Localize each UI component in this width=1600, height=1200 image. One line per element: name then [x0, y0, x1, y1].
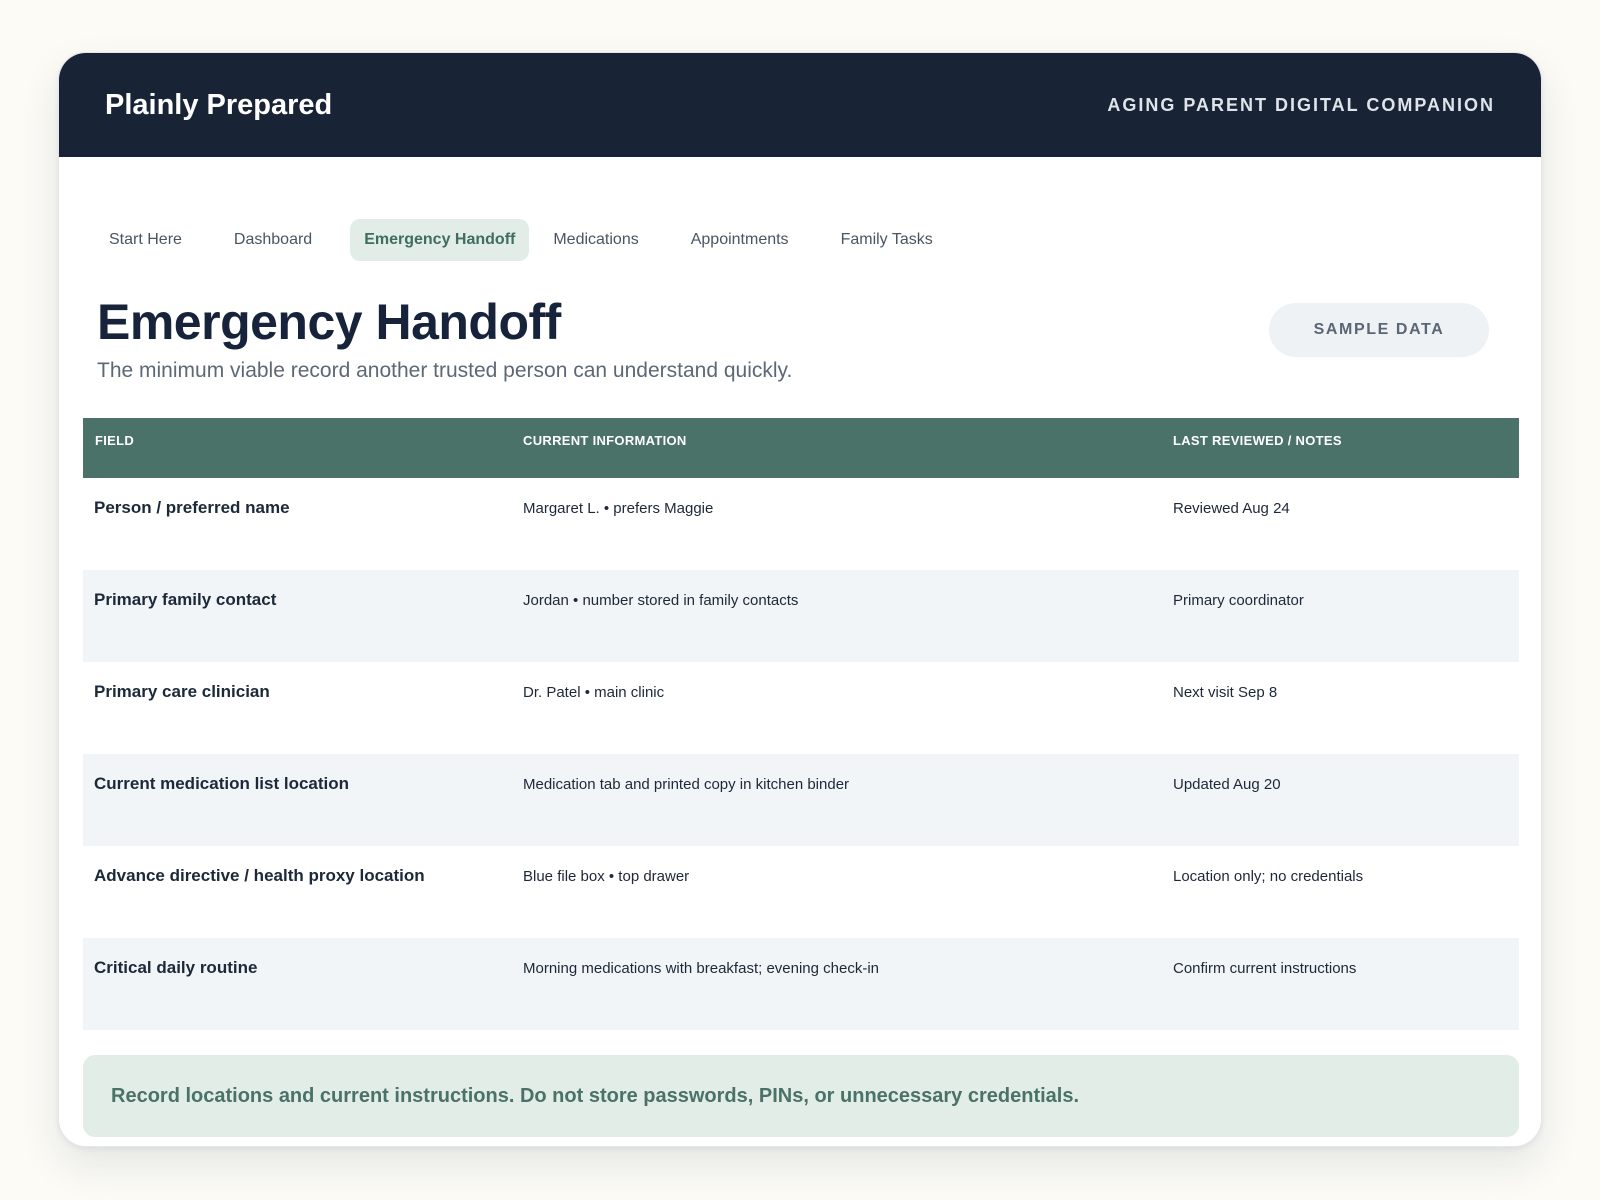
- info-cell: Margaret L. • prefers Maggie: [523, 500, 714, 517]
- tab-appointments[interactable]: Appointments: [677, 219, 803, 261]
- info-cell: Blue file box • top drawer: [523, 868, 690, 885]
- notes-cell: Confirm current instructions: [1173, 960, 1357, 977]
- privacy-notice: Record locations and current instruction…: [83, 1055, 1519, 1137]
- table-row[interactable]: Primary care clinician Dr. Patel • main …: [83, 662, 1519, 754]
- notes-cell: Reviewed Aug 24: [1173, 500, 1290, 517]
- table-row[interactable]: Person / preferred name Margaret L. • pr…: [83, 478, 1519, 570]
- tab-family-tasks[interactable]: Family Tasks: [827, 219, 947, 261]
- page-subtitle: The minimum viable record another truste…: [97, 359, 793, 382]
- column-header-notes: LAST REVIEWED / NOTES: [1173, 433, 1342, 448]
- notes-cell: Updated Aug 20: [1173, 776, 1281, 793]
- sample-data-badge: SAMPLE DATA: [1269, 303, 1489, 357]
- info-cell: Jordan • number stored in family contact…: [523, 592, 799, 609]
- tab-dashboard[interactable]: Dashboard: [220, 219, 326, 261]
- column-header-current-information: CURRENT INFORMATION: [523, 433, 687, 448]
- table-row[interactable]: Advance directive / health proxy locatio…: [83, 846, 1519, 938]
- info-cell: Morning medications with breakfast; even…: [523, 960, 880, 977]
- page-title: Emergency Handoff: [97, 294, 561, 350]
- info-cell: Dr. Patel • main clinic: [523, 684, 665, 701]
- app-card: Plainly Prepared AGING PARENT DIGITAL CO…: [58, 52, 1542, 1147]
- field-cell: Primary care clinician: [94, 682, 270, 701]
- column-header-field: FIELD: [95, 433, 135, 448]
- notes-cell: Next visit Sep 8: [1173, 684, 1278, 701]
- brand-name[interactable]: Plainly Prepared: [105, 89, 332, 122]
- tab-emergency-handoff[interactable]: Emergency Handoff: [350, 219, 530, 261]
- app-tagline: AGING PARENT DIGITAL COMPANION: [1107, 94, 1495, 115]
- tab-bar: Start Here Dashboard Emergency Handoff M…: [95, 219, 971, 261]
- field-cell: Person / preferred name: [94, 498, 290, 517]
- handoff-table: FIELD CURRENT INFORMATION LAST REVIEWED …: [83, 418, 1519, 1030]
- notes-cell: Primary coordinator: [1173, 592, 1304, 609]
- field-cell: Advance directive / health proxy locatio…: [94, 866, 425, 885]
- tab-medications[interactable]: Medications: [539, 219, 652, 261]
- table-body: Person / preferred name Margaret L. • pr…: [83, 478, 1519, 1030]
- field-cell: Critical daily routine: [94, 958, 258, 977]
- field-cell: Current medication list location: [94, 774, 350, 793]
- table-row[interactable]: Current medication list location Medicat…: [83, 754, 1519, 846]
- title-block: Emergency Handoff The minimum viable rec…: [97, 293, 792, 383]
- table-header: FIELD CURRENT INFORMATION LAST REVIEWED …: [83, 418, 1519, 478]
- table-row[interactable]: Primary family contact Jordan • number s…: [83, 570, 1519, 662]
- tab-start-here[interactable]: Start Here: [95, 219, 196, 261]
- info-cell: Medication tab and printed copy in kitch…: [523, 776, 850, 793]
- field-cell: Primary family contact: [94, 590, 277, 609]
- app-header: Plainly Prepared AGING PARENT DIGITAL CO…: [59, 53, 1541, 157]
- notes-cell: Location only; no credentials: [1173, 868, 1364, 885]
- table-row[interactable]: Critical daily routine Morning medicatio…: [83, 938, 1519, 1030]
